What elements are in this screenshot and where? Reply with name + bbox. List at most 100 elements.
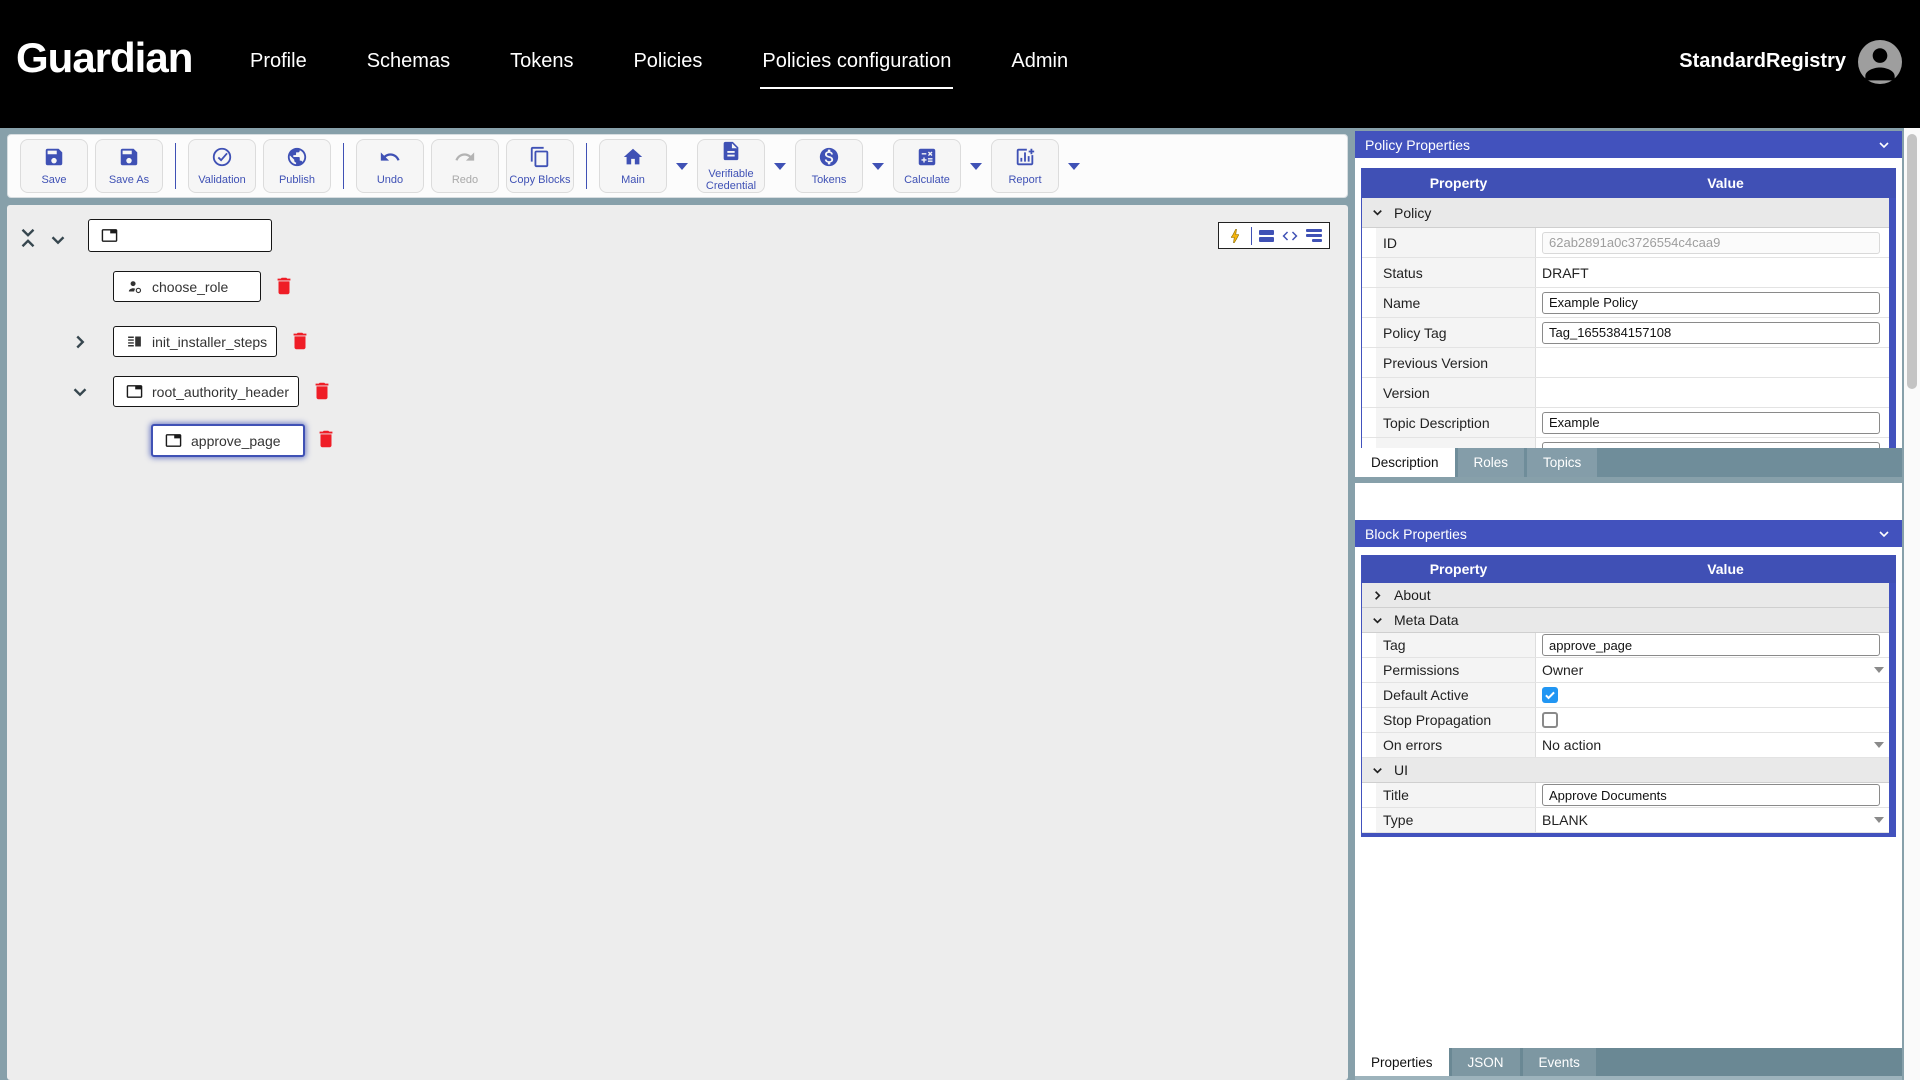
tree-node-choose-role[interactable]: choose_role xyxy=(113,271,261,302)
save-icon xyxy=(43,146,65,173)
column-value: Value xyxy=(1707,561,1744,577)
table-header-row: Property Value xyxy=(1362,168,1896,198)
collapse-panel-chevron-icon[interactable] xyxy=(1876,137,1892,153)
topic-description-field[interactable] xyxy=(1542,411,1880,434)
save-as-button[interactable]: Save As xyxy=(95,139,163,193)
verifiable-credential-label: Verifiable Credential xyxy=(705,167,757,192)
tab-roles[interactable]: Roles xyxy=(1457,448,1525,477)
delete-choose-role-icon[interactable] xyxy=(273,275,295,297)
tree-node-init-installer-steps[interactable]: init_installer_steps xyxy=(113,326,277,357)
app-logo: Guardian xyxy=(16,34,193,81)
validation-label: Validation xyxy=(198,173,246,186)
delete-init-installer-steps-icon[interactable] xyxy=(289,330,311,352)
validation-button[interactable]: Validation xyxy=(188,139,256,193)
title-field[interactable] xyxy=(1542,784,1880,806)
redo-label: Redo xyxy=(451,173,479,186)
row-label: Version xyxy=(1376,378,1536,407)
delete-approve-page-icon[interactable] xyxy=(315,428,337,450)
blocks-view-icon[interactable] xyxy=(1259,229,1274,242)
collapse-panel-chevron-icon[interactable] xyxy=(1876,526,1892,542)
expander-right-icon[interactable] xyxy=(69,331,91,353)
user-avatar-icon[interactable] xyxy=(1858,40,1902,84)
nav-item-admin[interactable]: Admin xyxy=(1009,40,1070,89)
expand-tree-icon[interactable] xyxy=(47,229,69,251)
json-code-view-icon[interactable] xyxy=(1281,227,1299,245)
tokens-dropdown-caret-icon[interactable] xyxy=(872,162,884,170)
save-button[interactable]: Save xyxy=(20,139,88,193)
nav-item-policies-configuration[interactable]: Policies configuration xyxy=(760,40,954,89)
tree-view-icon[interactable] xyxy=(1306,229,1322,242)
report-dropdown-caret-icon[interactable] xyxy=(1068,162,1080,170)
group-row-about[interactable]: About xyxy=(1362,583,1896,608)
group-row-ui[interactable]: UI xyxy=(1362,758,1896,783)
tokens-blocks-button[interactable]: Tokens xyxy=(795,139,863,193)
toolbar-divider xyxy=(343,143,344,189)
permissions-select[interactable]: Owner xyxy=(1536,658,1896,682)
publish-button[interactable]: Publish xyxy=(263,139,331,193)
group-label: UI xyxy=(1394,762,1408,778)
table-row-clipped xyxy=(1362,438,1896,448)
main-dropdown-caret-icon[interactable] xyxy=(676,162,688,170)
chevron-down-icon xyxy=(1373,617,1382,624)
nav-item-policies[interactable]: Policies xyxy=(631,40,704,89)
block-properties-table: Property Value About Meta Data Tag Permi… xyxy=(1361,555,1896,837)
table-row-stop-propagation: Stop Propagation xyxy=(1362,708,1896,733)
row-label: Name xyxy=(1376,288,1536,317)
table-row-tag: Tag xyxy=(1362,633,1896,658)
table-row-title: Title xyxy=(1362,783,1896,808)
verifiable-credential-dropdown-caret-icon[interactable] xyxy=(774,162,786,170)
copy-blocks-button[interactable]: Copy Blocks xyxy=(506,139,574,193)
page-scrollbar[interactable] xyxy=(1904,128,1920,1080)
name-field[interactable] xyxy=(1542,291,1880,314)
table-row-on-errors: On errors No action xyxy=(1362,733,1896,758)
chevron-down-icon xyxy=(1373,210,1382,216)
redo-button[interactable]: Redo xyxy=(431,139,499,193)
page-scrollbar-thumb[interactable] xyxy=(1907,134,1917,389)
type-select[interactable]: BLANK xyxy=(1536,808,1896,832)
collapse-all-icon[interactable] xyxy=(17,227,39,249)
nav-item-schemas[interactable]: Schemas xyxy=(365,40,452,89)
tab-topics[interactable]: Topics xyxy=(1527,448,1598,477)
table-row-id: ID xyxy=(1362,228,1896,258)
policy-tag-field[interactable] xyxy=(1542,321,1880,344)
main-blocks-button[interactable]: Main xyxy=(599,139,667,193)
table-row-version: Version xyxy=(1362,378,1896,408)
report-label: Report xyxy=(1008,173,1042,186)
policy-properties-header[interactable]: Policy Properties xyxy=(1355,131,1902,158)
tree-node-label: root_authority_header xyxy=(152,383,289,400)
view-toolbar-divider xyxy=(1251,226,1252,245)
expander-down-icon[interactable] xyxy=(69,381,91,403)
stop-propagation-checkbox[interactable] xyxy=(1542,712,1558,728)
tree-node-approve-page[interactable]: approve_page xyxy=(151,424,305,457)
add-chart-icon xyxy=(1014,146,1036,173)
default-active-checkbox[interactable] xyxy=(1542,687,1558,703)
tree-node-root-container[interactable] xyxy=(88,219,272,252)
events-bolt-icon[interactable] xyxy=(1226,227,1244,245)
calculate-dropdown-caret-icon[interactable] xyxy=(970,162,982,170)
tree-node-root-authority-header[interactable]: root_authority_header xyxy=(113,376,299,407)
verifiable-credential-button[interactable]: Verifiable Credential xyxy=(697,139,765,193)
nav-item-profile[interactable]: Profile xyxy=(248,40,309,89)
group-row-meta-data[interactable]: Meta Data xyxy=(1362,608,1896,633)
on-errors-select[interactable]: No action xyxy=(1536,733,1896,757)
tag-field[interactable] xyxy=(1542,634,1880,656)
tab-json[interactable]: JSON xyxy=(1451,1048,1520,1076)
tab-properties[interactable]: Properties xyxy=(1355,1048,1449,1076)
table-row-previous-version: Previous Version xyxy=(1362,348,1896,378)
undo-button[interactable]: Undo xyxy=(356,139,424,193)
block-properties-header[interactable]: Block Properties xyxy=(1355,520,1902,547)
calculate-button[interactable]: Calculate xyxy=(893,139,961,193)
tab-events[interactable]: Events xyxy=(1522,1048,1596,1076)
row-label: Title xyxy=(1376,783,1536,807)
tab-description[interactable]: Description xyxy=(1355,448,1455,477)
table-scrollbar[interactable] xyxy=(1889,583,1896,833)
group-row-policy[interactable]: Policy xyxy=(1362,198,1896,228)
delete-root-authority-header-icon[interactable] xyxy=(311,380,333,402)
table-scrollbar[interactable] xyxy=(1889,198,1896,448)
row-label: Tag xyxy=(1376,633,1536,657)
report-button[interactable]: Report xyxy=(991,139,1059,193)
nav-item-tokens[interactable]: Tokens xyxy=(508,40,575,89)
toolbar-divider xyxy=(586,143,587,189)
status-value: DRAFT xyxy=(1542,264,1589,281)
bottom-tabs-bar: Properties JSON Events xyxy=(1355,1048,1902,1076)
